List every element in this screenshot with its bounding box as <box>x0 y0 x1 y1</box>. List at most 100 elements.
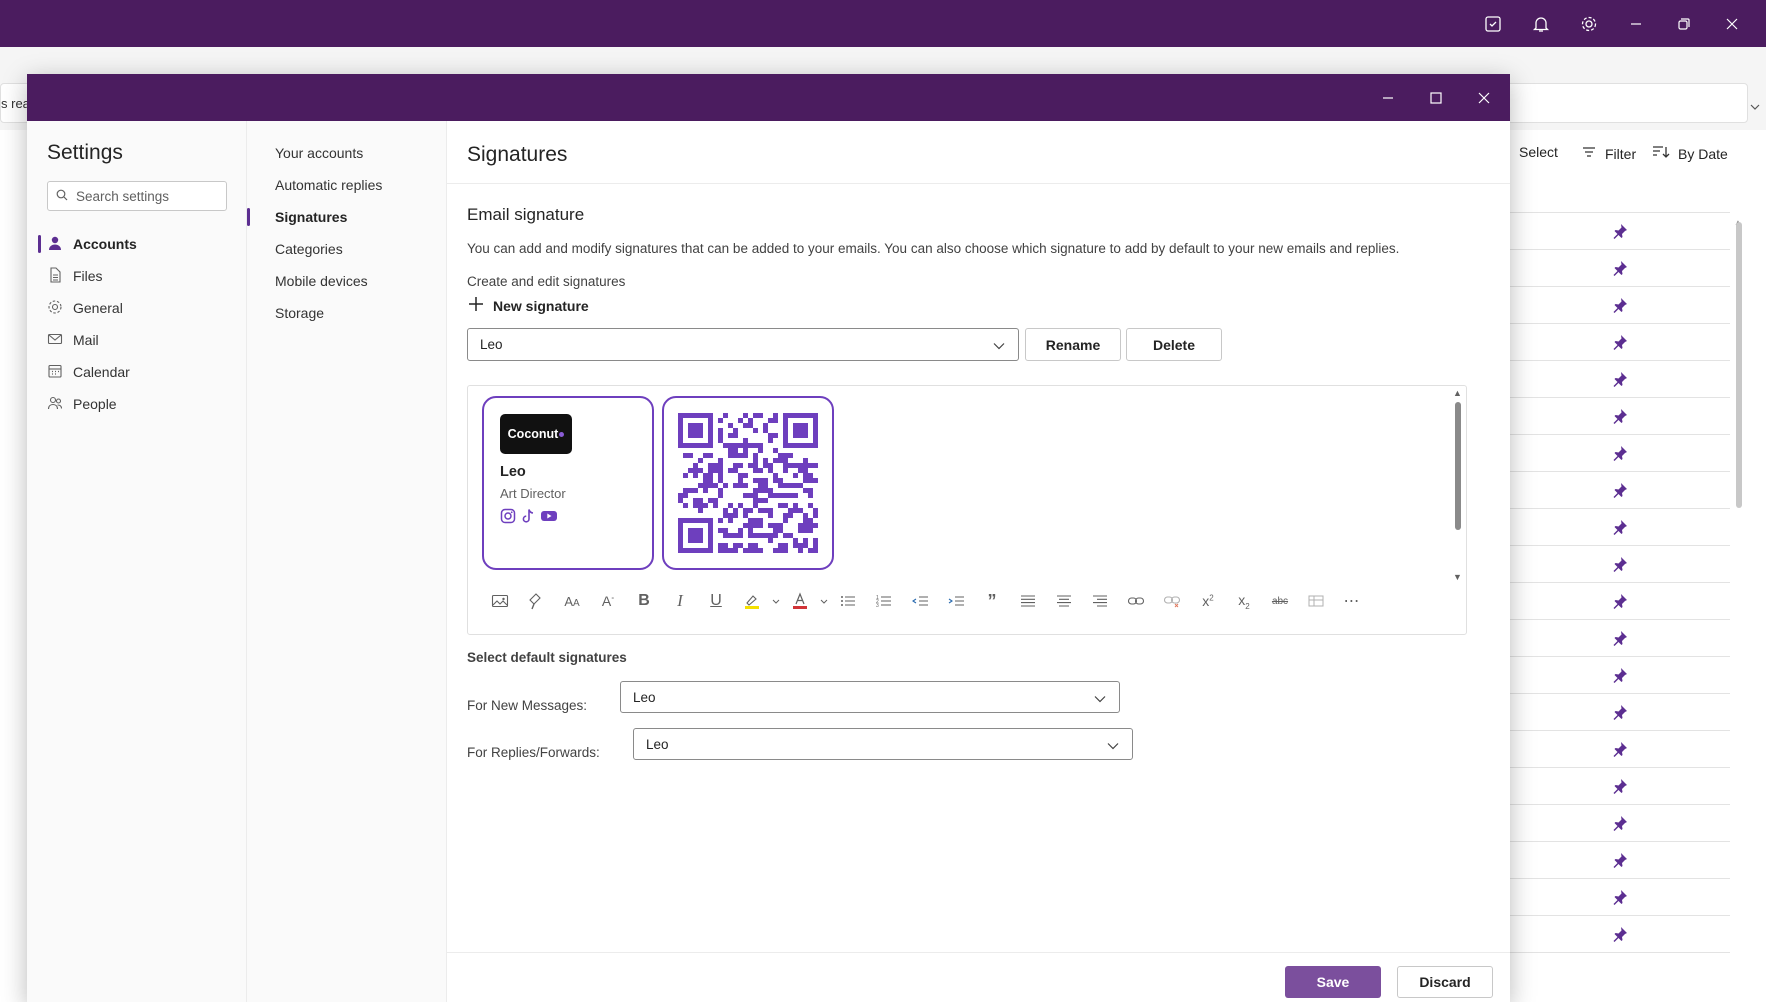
youtube-icon[interactable] <box>540 508 558 529</box>
nav-item-general[interactable]: General <box>47 294 123 322</box>
card-name: Leo <box>500 464 526 480</box>
font-icon[interactable]: AA <box>554 586 590 616</box>
chevron-down-icon[interactable] <box>770 586 782 616</box>
search-placeholder: Search settings <box>76 188 170 204</box>
chevron-down-icon[interactable] <box>1748 100 1762 114</box>
filter-button[interactable]: Filter <box>1581 144 1636 163</box>
sort-button[interactable]: By Date <box>1652 144 1728 163</box>
nav-item-accounts[interactable]: Accounts <box>47 230 137 258</box>
minimize-icon[interactable] <box>1622 10 1650 38</box>
increase-indent-icon[interactable] <box>938 586 974 616</box>
pin-icon[interactable] <box>1612 593 1628 609</box>
bullets-icon[interactable] <box>830 586 866 616</box>
whats-new-icon[interactable] <box>1479 10 1507 38</box>
more-options-icon[interactable]: ⋯ <box>1334 586 1370 616</box>
signature-editor[interactable]: Coconut Leo Art Director ▲ ▼ AA A◦ B I U… <box>467 385 1467 635</box>
pin-icon[interactable] <box>1612 482 1628 498</box>
chevron-down-icon <box>992 339 1006 356</box>
discard-button[interactable]: Discard <box>1397 966 1493 998</box>
pin-icon[interactable] <box>1612 852 1628 868</box>
editor-scroll-up[interactable]: ▲ <box>1453 388 1462 398</box>
close-icon[interactable] <box>1718 10 1746 38</box>
pin-icon[interactable] <box>1612 408 1628 424</box>
gear-icon[interactable] <box>1575 10 1603 38</box>
new-messages-value: Leo <box>633 689 656 705</box>
subnav-item-signatures[interactable]: Signatures <box>275 203 347 231</box>
nav-item-people[interactable]: People <box>47 390 117 418</box>
pin-icon[interactable] <box>1612 889 1628 905</box>
align-left-icon[interactable] <box>1010 586 1046 616</box>
maximize-icon[interactable] <box>1422 84 1450 112</box>
pin-icon[interactable] <box>1612 260 1628 276</box>
instagram-icon[interactable] <box>500 508 516 529</box>
pin-icon[interactable] <box>1612 445 1628 461</box>
nav-item-files[interactable]: Files <box>47 262 103 290</box>
subnav-item-your-accounts[interactable]: Your accounts <box>275 139 363 167</box>
subnav-item-categories[interactable]: Categories <box>275 235 343 263</box>
pin-icon[interactable] <box>1612 926 1628 942</box>
select-button[interactable]: Select <box>1519 144 1558 160</box>
font-color-icon[interactable] <box>782 586 818 616</box>
pin-icon[interactable] <box>1612 667 1628 683</box>
format-toolbar: AA A◦ B I U 123 ” x2 x2 abc ⋯ <box>482 586 1370 616</box>
pin-icon[interactable] <box>1612 704 1628 720</box>
delete-button[interactable]: Delete <box>1126 328 1222 361</box>
underline-icon[interactable]: U <box>698 586 734 616</box>
superscript-icon[interactable]: x2 <box>1190 586 1226 616</box>
pin-icon[interactable] <box>1612 334 1628 350</box>
decrease-indent-icon[interactable] <box>902 586 938 616</box>
insert-table-icon[interactable] <box>1298 586 1334 616</box>
save-button[interactable]: Save <box>1285 966 1381 998</box>
list-scrollbar[interactable] <box>1736 222 1742 508</box>
font-size-icon[interactable]: A◦ <box>590 586 626 616</box>
qr-code <box>678 413 818 553</box>
remove-link-icon[interactable] <box>1154 586 1190 616</box>
pin-icon[interactable] <box>1612 519 1628 535</box>
pin-icon[interactable] <box>1612 371 1628 387</box>
new-signature-label: New signature <box>493 297 589 314</box>
close-icon[interactable] <box>1470 84 1498 112</box>
pin-icon[interactable] <box>1612 815 1628 831</box>
italic-icon[interactable]: I <box>662 586 698 616</box>
pin-icon[interactable] <box>1612 223 1628 239</box>
rename-button[interactable]: Rename <box>1025 328 1121 361</box>
strikethrough-icon[interactable]: abc <box>1262 586 1298 616</box>
pin-icon[interactable] <box>1612 556 1628 572</box>
new-signature-button[interactable]: New signature <box>467 295 589 316</box>
signature-select[interactable]: Leo <box>467 328 1019 361</box>
row-divider <box>1500 952 1730 953</box>
align-right-icon[interactable] <box>1082 586 1118 616</box>
quote-icon[interactable]: ” <box>974 586 1010 616</box>
nav-item-calendar[interactable]: Calendar <box>47 358 130 386</box>
highlight-icon[interactable] <box>734 586 770 616</box>
pin-icon[interactable] <box>1612 741 1628 757</box>
chevron-down-icon[interactable] <box>818 586 830 616</box>
pin-icon[interactable] <box>1612 778 1628 794</box>
align-center-icon[interactable] <box>1046 586 1082 616</box>
replies-select[interactable]: Leo <box>633 728 1133 760</box>
editor-scrollbar[interactable] <box>1455 402 1461 530</box>
pin-icon[interactable] <box>1612 297 1628 313</box>
tiktok-icon[interactable] <box>520 508 536 529</box>
person-icon <box>47 235 63 254</box>
search-settings-input[interactable]: Search settings <box>47 181 227 211</box>
link-icon[interactable] <box>1118 586 1154 616</box>
bell-icon[interactable] <box>1527 10 1555 38</box>
subnav-item-storage[interactable]: Storage <box>275 299 324 327</box>
bold-icon[interactable]: B <box>626 586 662 616</box>
insert-picture-icon[interactable] <box>482 586 518 616</box>
minimize-icon[interactable] <box>1374 84 1402 112</box>
numbering-icon[interactable]: 123 <box>866 586 902 616</box>
gear-icon <box>47 299 63 318</box>
restore-icon[interactable] <box>1670 10 1698 38</box>
subscript-icon[interactable]: x2 <box>1226 586 1262 616</box>
row-divider <box>1500 619 1730 620</box>
subnav-item-automatic-replies[interactable]: Automatic replies <box>275 171 382 199</box>
format-painter-icon[interactable] <box>518 586 554 616</box>
pin-icon[interactable] <box>1612 630 1628 646</box>
new-messages-select[interactable]: Leo <box>620 681 1120 713</box>
subnav-label: Mobile devices <box>275 273 368 289</box>
nav-item-mail[interactable]: Mail <box>47 326 99 354</box>
subnav-item-mobile-devices[interactable]: Mobile devices <box>275 267 368 295</box>
editor-scroll-down[interactable]: ▼ <box>1453 572 1462 582</box>
